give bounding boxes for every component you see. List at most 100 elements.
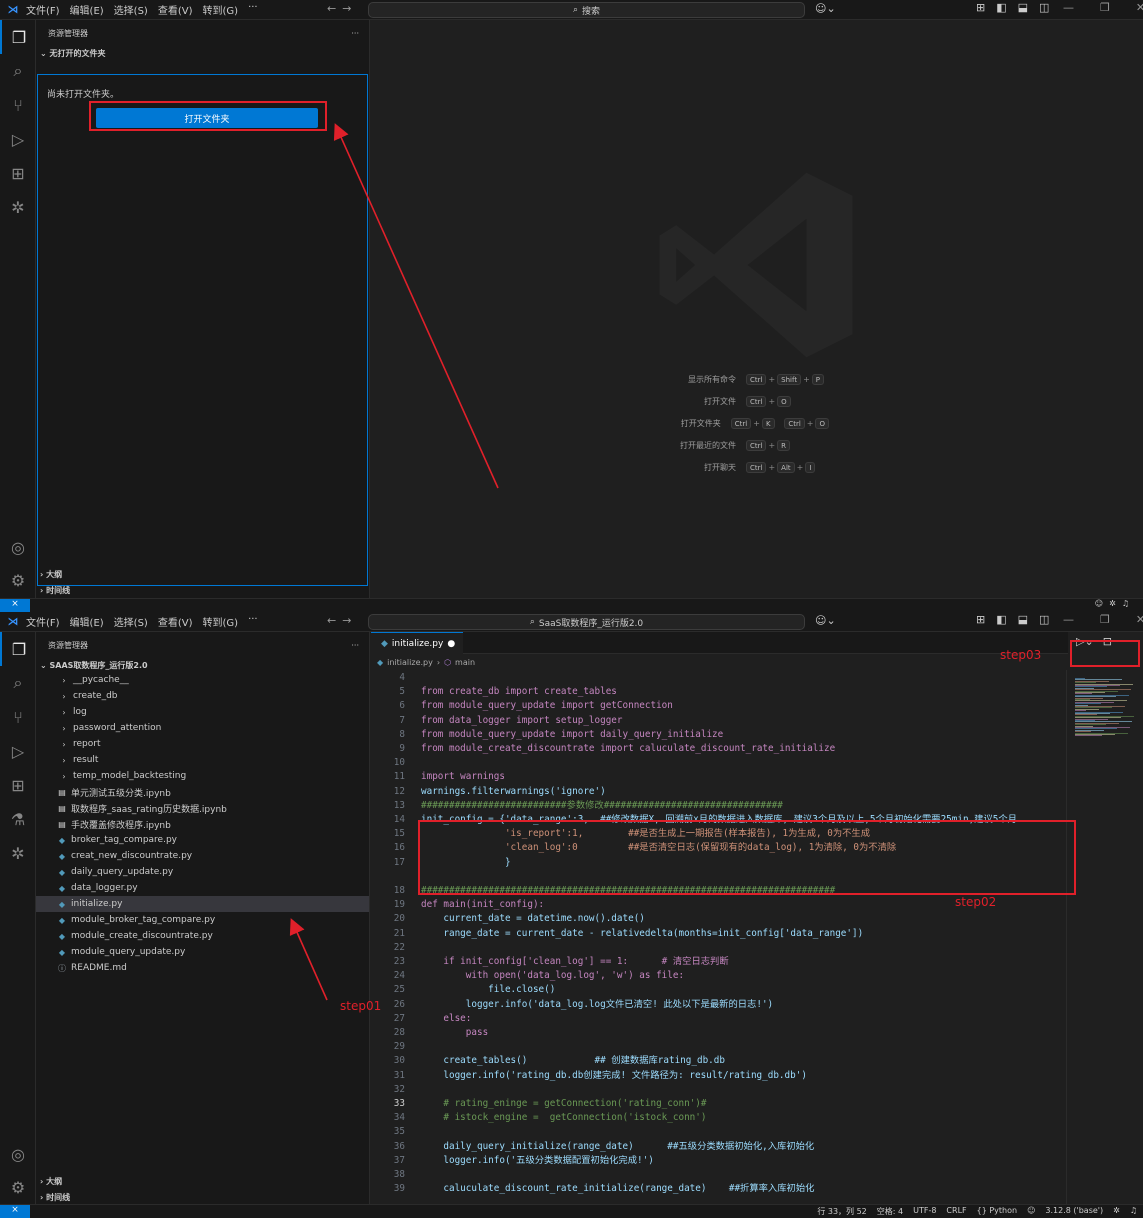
code-line[interactable]: 6 from module_query_update import getConn…	[371, 699, 1066, 713]
open-folder-button[interactable]: 打开文件夹	[96, 108, 318, 128]
status-right-icons[interactable]: ☺✲♫	[1095, 599, 1135, 608]
manage-gear-icon[interactable]: ⚙	[0, 563, 36, 597]
shortcut-row[interactable]: 打开最近的文件 Ctrl + R	[371, 434, 831, 456]
explorer-icon[interactable]: ❐	[0, 20, 36, 54]
status-language[interactable]: {} Python	[977, 1206, 1017, 1217]
breadcrumb-symbol[interactable]: main	[455, 658, 475, 667]
tree-item[interactable]: ◆ initialize.py	[36, 896, 369, 912]
shortcut-row[interactable]: 打开文件 Ctrl + O	[371, 390, 831, 412]
timeline-section[interactable]: › 时间线	[40, 1192, 70, 1203]
explorer-more-button[interactable]: ···	[351, 29, 359, 38]
toggle-panel-icon[interactable]: ⬓	[1018, 613, 1028, 626]
search-view-icon[interactable]: ⌕	[0, 666, 36, 700]
tree-item[interactable]: › __pycache__	[36, 672, 369, 688]
code-line[interactable]: 21 range_date = current_date - relatived…	[371, 927, 1066, 941]
status-cursor-position[interactable]: 行 33，列 52	[817, 1206, 866, 1217]
toggle-secondary-sidebar-icon[interactable]: ◫	[1039, 613, 1049, 626]
copilot-status-icon[interactable]: ☺	[1027, 1206, 1035, 1217]
timeline-section[interactable]: › 时间线	[40, 585, 70, 596]
shortcut-row[interactable]: 打开文件夹 Ctrl + K Ctrl + O	[371, 412, 831, 434]
menu-edit[interactable]: 编辑(E)	[70, 614, 104, 629]
code-line[interactable]: 9 from module_create_discountrate import …	[371, 742, 1066, 756]
menu-go[interactable]: 转到(G)	[203, 2, 239, 17]
tree-item[interactable]: ▤ 取数程序_saas_rating历史数据.ipynb	[36, 800, 369, 816]
anaconda-status-icon[interactable]: ✲	[1113, 1206, 1120, 1217]
code-line[interactable]: 24 with open('data_log.log', 'w') as fil…	[371, 969, 1066, 983]
anaconda-icon[interactable]: ✲	[0, 836, 36, 870]
shortcut-row[interactable]: 显示所有命令 Ctrl + Shift + P	[371, 368, 831, 390]
tree-item[interactable]: › report	[36, 736, 369, 752]
run-debug-icon[interactable]: ▷	[0, 734, 36, 768]
explorer-icon[interactable]: ❐	[0, 632, 36, 666]
outline-section[interactable]: › 大纲	[40, 569, 62, 580]
code-line[interactable]: 30 create_tables() ## 创建数据库rating_db.db	[371, 1054, 1066, 1068]
status-encoding[interactable]: UTF-8	[913, 1206, 936, 1217]
customize-layout-icon[interactable]: ⊞	[976, 613, 985, 626]
accounts-icon[interactable]: ◎	[0, 1137, 36, 1171]
testing-flask-icon[interactable]: ⚗	[0, 802, 36, 836]
menu-file[interactable]: 文件(F)	[26, 2, 60, 17]
minimize-icon[interactable]: —	[1063, 613, 1074, 626]
tree-item[interactable]: ◆ data_logger.py	[36, 880, 369, 896]
restore-icon[interactable]: ❐	[1100, 613, 1110, 626]
tree-item[interactable]: ◆ module_query_update.py	[36, 944, 369, 960]
search-view-icon[interactable]: ⌕	[0, 54, 36, 88]
forward-arrow-icon[interactable]: →	[342, 2, 357, 15]
back-arrow-icon[interactable]: ←	[327, 2, 342, 15]
code-line[interactable]: 14 init_config = {'data_range':3, ##修改数据X…	[371, 813, 1066, 827]
code-line[interactable]: 26 logger.info('data_log.log文件已清空! 此处以下是…	[371, 998, 1066, 1012]
forward-arrow-icon[interactable]: →	[342, 614, 357, 627]
close-icon[interactable]: ✕	[1136, 1, 1143, 14]
code-line[interactable]: 12 warnings.filterwarnings('ignore')	[371, 785, 1066, 799]
code-line[interactable]: 33 # rating_eninge = getConnection('rati…	[371, 1097, 1066, 1111]
more-actions-icon[interactable]: ···	[1121, 635, 1132, 648]
menu-more[interactable]: ···	[248, 2, 258, 17]
toggle-sidebar-icon[interactable]: ◧	[996, 613, 1006, 626]
split-editor-icon[interactable]: ⊟	[1103, 635, 1112, 648]
extensions-icon[interactable]: ⊞	[0, 156, 36, 190]
code-line[interactable]: 13 ##########################参数修改########…	[371, 799, 1066, 813]
remote-indicator-icon[interactable]: ⨯	[0, 599, 30, 612]
code-editor[interactable]: 4 5 from create_db import create_tables 6 fr…	[371, 670, 1066, 1204]
code-line[interactable]: 8 from module_query_update import daily_q…	[371, 728, 1066, 742]
code-line[interactable]: 11 import warnings	[371, 770, 1066, 784]
restore-icon[interactable]: ❐	[1100, 1, 1110, 14]
remote-indicator-icon[interactable]: ⨯	[0, 1205, 30, 1218]
menu-go[interactable]: 转到(G)	[203, 614, 239, 629]
source-control-icon[interactable]: ⑂	[0, 700, 36, 734]
no-folder-section[interactable]: ⌄ 无打开的文件夹	[36, 46, 369, 60]
tree-item[interactable]: ◆ module_create_discountrate.py	[36, 928, 369, 944]
code-line[interactable]: 17 }	[371, 856, 1066, 870]
command-center-search[interactable]: ⌕ SaaS取数程序_运行版2.0	[368, 614, 805, 630]
code-line[interactable]: 39 caluculate_discount_rate_initialize(r…	[371, 1182, 1066, 1196]
status-indentation[interactable]: 空格: 4	[877, 1206, 903, 1217]
code-line[interactable]: 4	[371, 671, 1066, 685]
tree-item[interactable]: ◆ broker_tag_compare.py	[36, 832, 369, 848]
menu-more[interactable]: ···	[248, 614, 258, 629]
menu-view[interactable]: 查看(V)	[158, 614, 193, 629]
outline-section[interactable]: › 大纲	[40, 1176, 62, 1187]
tree-item[interactable]: › result	[36, 752, 369, 768]
project-folder-header[interactable]: ⌄ SAAS取数程序_运行版2.0	[36, 658, 369, 672]
code-line[interactable]: 22	[371, 941, 1066, 955]
tree-item[interactable]: ◆ creat_new_discountrate.py	[36, 848, 369, 864]
extensions-icon[interactable]: ⊞	[0, 768, 36, 802]
tree-item[interactable]: ◆ daily_query_update.py	[36, 864, 369, 880]
code-line[interactable]: 36 daily_query_initialize(range_date) ##…	[371, 1140, 1066, 1154]
tree-item[interactable]: ▤ 手改覆盖修改程序.ipynb	[36, 816, 369, 832]
menu-selection[interactable]: 选择(S)	[114, 614, 148, 629]
source-control-icon[interactable]: ⑂	[0, 88, 36, 122]
code-line[interactable]: 29	[371, 1040, 1066, 1054]
tree-item[interactable]: › password_attention	[36, 720, 369, 736]
code-line[interactable]: 7 from data_logger import setup_logger	[371, 714, 1066, 728]
toggle-secondary-sidebar-icon[interactable]: ◫	[1039, 1, 1049, 14]
toggle-sidebar-icon[interactable]: ◧	[996, 1, 1006, 14]
customize-layout-icon[interactable]: ⊞	[976, 1, 985, 14]
menu-selection[interactable]: 选择(S)	[114, 2, 148, 17]
code-line[interactable]: 25 file.close()	[371, 983, 1066, 997]
menu-view[interactable]: 查看(V)	[158, 2, 193, 17]
copilot-icon[interactable]: ☺⌄	[815, 2, 836, 15]
toggle-panel-icon[interactable]: ⬓	[1018, 1, 1028, 14]
shortcut-row[interactable]: 打开聊天 Ctrl + Alt + I	[371, 456, 831, 478]
tree-item[interactable]: ▤ 单元测试五级分类.ipynb	[36, 784, 369, 800]
